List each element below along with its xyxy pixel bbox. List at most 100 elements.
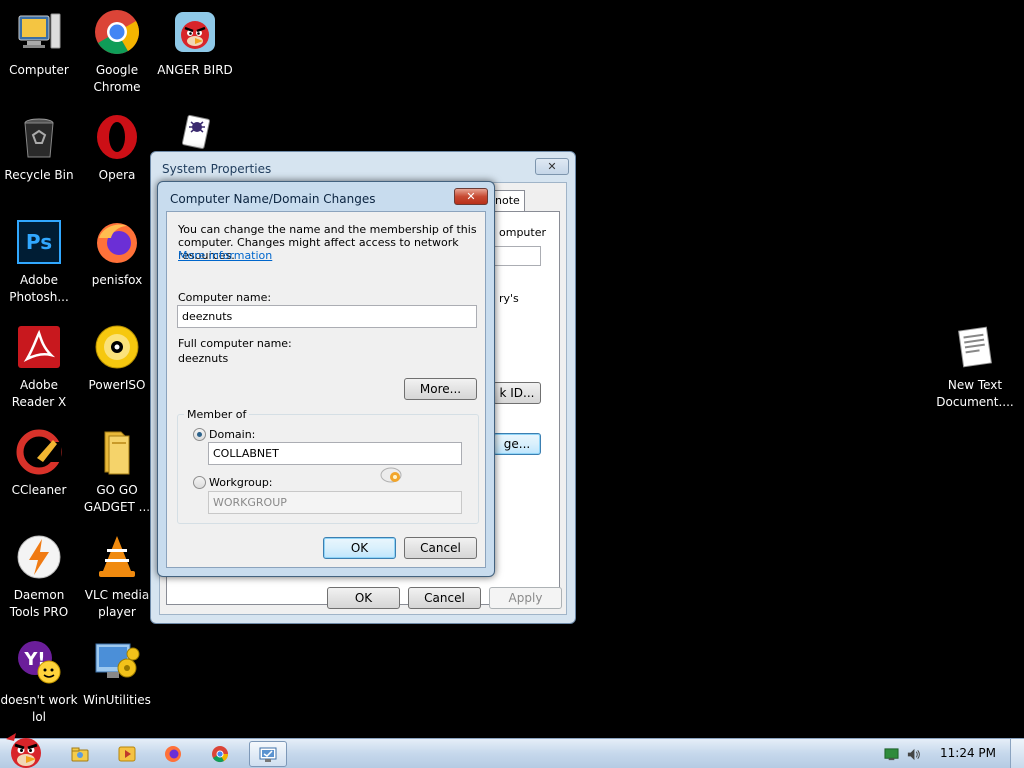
desktop-icon-computer[interactable]: Computer xyxy=(0,0,78,100)
computer-name-dialog: Computer Name/Domain Changes ✕ You can c… xyxy=(157,181,495,577)
desktop-icon-label: penisfox xyxy=(91,273,143,287)
desktop-icon-label: GO GO GADGET ... xyxy=(83,483,151,514)
poweriso-icon xyxy=(93,323,141,371)
button-label: ge... xyxy=(503,437,531,451)
more-information-link[interactable]: More information xyxy=(178,249,272,262)
desktop-icon-go-go-gadget[interactable]: GO GO GADGET ... xyxy=(78,420,156,520)
desktop-icon-label: ANGER BIRD xyxy=(157,63,233,77)
taskbar: 11:24 PM xyxy=(0,733,1024,768)
taskbar-explorer[interactable] xyxy=(64,741,96,767)
domain-input[interactable]: COLLABNET xyxy=(208,442,462,465)
taskbar-firefox[interactable] xyxy=(157,741,189,767)
apply-button[interactable]: Apply xyxy=(489,587,562,609)
change-button[interactable]: ge... xyxy=(493,433,541,455)
desktop-icon-label: Adobe Photosh... xyxy=(9,273,69,304)
desktop-icon-label: New Text Document.... xyxy=(936,378,1014,409)
cancel-button[interactable]: Cancel xyxy=(408,587,481,609)
close-button[interactable]: ✕ xyxy=(454,188,488,205)
button-label: Cancel xyxy=(424,591,465,605)
desktop-icon-opera[interactable]: Opera xyxy=(78,105,156,205)
workgroup-label: Workgroup: xyxy=(209,476,273,489)
firefox-icon xyxy=(93,218,141,266)
opera-icon xyxy=(93,113,141,161)
vlc-icon xyxy=(93,533,141,581)
firefox-icon xyxy=(165,746,181,762)
desktop-icon-label: VLC media player xyxy=(84,588,150,619)
desktop-icon-label: Computer xyxy=(9,63,69,77)
taskbar-system-properties[interactable] xyxy=(249,741,287,767)
description-fragment: omputer xyxy=(499,226,547,239)
chrome-icon xyxy=(212,746,229,763)
text-document-icon xyxy=(951,323,999,371)
desktop-icon-winutilities[interactable]: WinUtilities xyxy=(78,630,156,730)
close-button[interactable]: ✕ xyxy=(535,158,569,175)
cancel-button[interactable]: Cancel xyxy=(404,537,477,559)
svg-text:Ps: Ps xyxy=(26,230,52,254)
desktop-icon-label: Opera xyxy=(98,168,136,182)
adobe-reader-icon xyxy=(15,323,63,371)
taskbar-chrome[interactable] xyxy=(204,741,236,767)
domain-radio[interactable] xyxy=(193,428,206,441)
media-player-icon xyxy=(118,746,136,762)
desktop-icon-label: Daemon Tools PRO xyxy=(9,588,69,619)
domain-label: Domain: xyxy=(209,428,256,441)
system-properties-icon xyxy=(259,747,277,762)
close-icon: ✕ xyxy=(547,160,557,173)
desktop-icon-poweriso[interactable]: PowerISO xyxy=(78,315,156,415)
workgroup-input[interactable]: WORKGROUP xyxy=(208,491,462,514)
desktop-icon-ccleaner[interactable]: CCleaner xyxy=(0,420,78,520)
desktop-icon-photoshop[interactable]: Ps Adobe Photosh... xyxy=(0,210,78,310)
desktop-icon-label: Recycle Bin xyxy=(4,168,74,182)
desktop-icon-label: doesn't work lol xyxy=(0,693,78,724)
desktop-icon-yahoo[interactable]: Y! doesn't work lol xyxy=(0,630,78,730)
computer-icon xyxy=(15,8,63,56)
window-title: System Properties xyxy=(162,162,272,176)
computer-description-input[interactable] xyxy=(493,246,541,266)
workgroup-radio[interactable] xyxy=(193,476,206,489)
dialog-client-area: You can change the name and the membersh… xyxy=(166,211,486,568)
desktop-icon-vlc[interactable]: VLC media player xyxy=(78,525,156,625)
full-computer-name-value: deeznuts xyxy=(178,352,229,365)
desktop-icon-chrome[interactable]: Google Chrome xyxy=(78,0,156,100)
description-fragment: ry's xyxy=(499,292,519,305)
desktop-icon-daemon-tools[interactable]: Daemon Tools PRO xyxy=(0,525,78,625)
explorer-icon xyxy=(71,747,89,762)
more-button[interactable]: More... xyxy=(404,378,477,400)
daemon-tools-icon xyxy=(15,533,63,581)
desktop-icon-label: CCleaner xyxy=(11,483,67,497)
taskbar-media-player[interactable] xyxy=(111,741,143,767)
close-icon: ✕ xyxy=(466,190,476,203)
ok-button[interactable]: OK xyxy=(327,587,400,609)
volume-icon[interactable] xyxy=(906,747,921,762)
desktop-icon-penisfox[interactable]: penisfox xyxy=(78,210,156,310)
full-computer-name-label: Full computer name: xyxy=(178,337,292,350)
desktop-icon-recycle-bin[interactable]: Recycle Bin xyxy=(0,105,78,205)
desktop-icon-label: Google Chrome xyxy=(93,63,141,94)
desktop-icon-anger-bird[interactable]: ANGER BIRD xyxy=(156,0,234,100)
busy-cursor-icon xyxy=(380,467,402,483)
computer-name-input[interactable]: deeznuts xyxy=(177,305,477,328)
start-button[interactable] xyxy=(2,731,48,768)
taskbar-clock[interactable]: 11:24 PM xyxy=(940,746,996,760)
network-id-button[interactable]: k ID... xyxy=(493,382,541,404)
button-label: Cancel xyxy=(420,541,461,555)
desktop-icon-label: WinUtilities xyxy=(83,693,151,707)
member-of-label: Member of xyxy=(184,408,250,421)
desktop-icon-adobe-reader[interactable]: Adobe Reader X xyxy=(0,315,78,415)
button-label: OK xyxy=(354,591,373,605)
button-label: Apply xyxy=(508,591,543,605)
intro-text-line: You can change the name and the membersh… xyxy=(178,223,477,236)
show-desktop-button[interactable] xyxy=(1010,739,1024,768)
folder-icon xyxy=(93,428,141,476)
button-label: OK xyxy=(350,541,369,555)
ok-button[interactable]: OK xyxy=(323,537,396,559)
yahoo-messenger-icon: Y! xyxy=(15,638,63,686)
tab-remote[interactable]: note xyxy=(490,190,525,211)
network-icon[interactable] xyxy=(884,747,899,762)
angry-bird-start-icon xyxy=(6,733,41,768)
chrome-icon xyxy=(93,8,141,56)
desktop-icon-label: PowerISO xyxy=(88,378,146,392)
photoshop-icon: Ps xyxy=(15,218,63,266)
angry-bird-icon xyxy=(171,8,219,56)
desktop-icon-new-text-document[interactable]: New Text Document.... xyxy=(935,315,1015,415)
